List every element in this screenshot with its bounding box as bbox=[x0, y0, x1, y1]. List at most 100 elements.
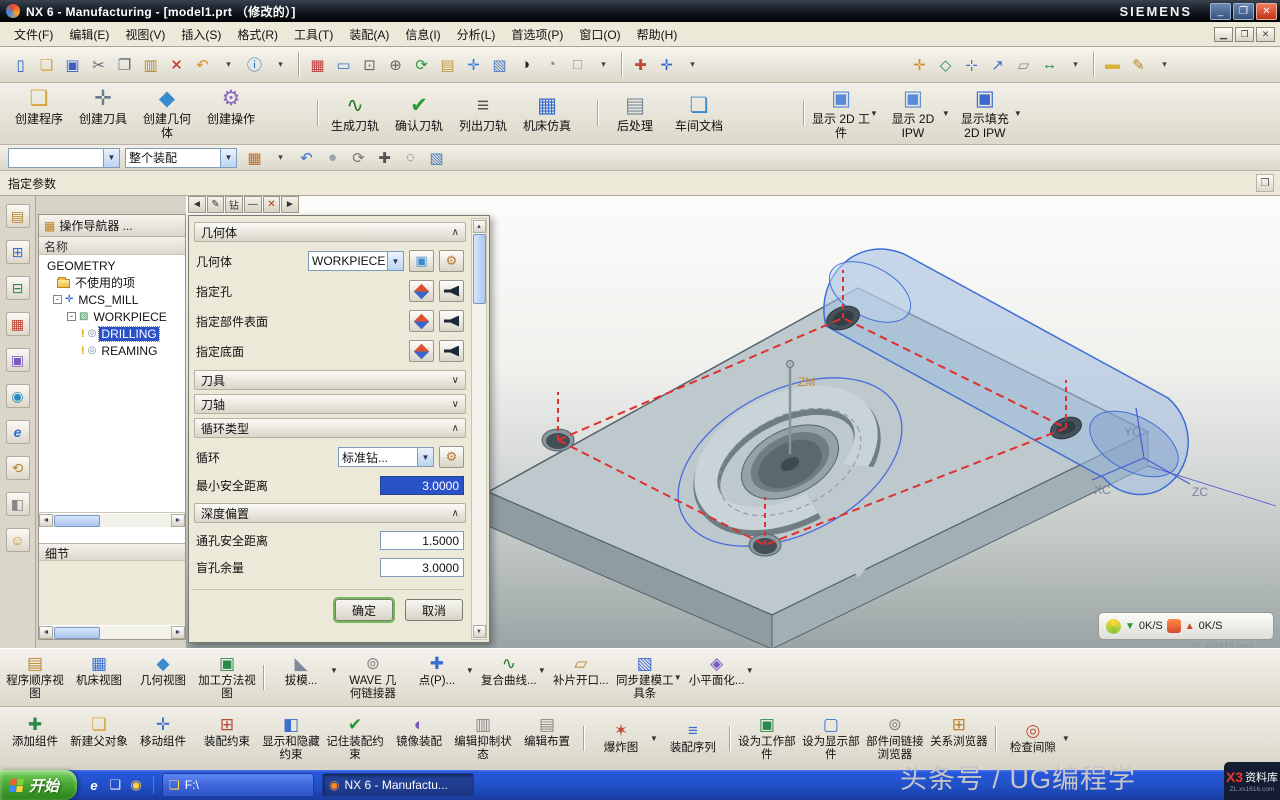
specify-part-surface-button[interactable] bbox=[409, 310, 434, 332]
ok-button[interactable]: 确定 bbox=[335, 599, 393, 621]
navigator-header[interactable]: ▦ 操作导航器 ... bbox=[39, 215, 185, 237]
shop-documentation-button[interactable]: ❏车间文档 bbox=[668, 92, 730, 135]
new-file-icon[interactable]: ▯ bbox=[8, 52, 33, 77]
vector-constructor-icon[interactable]: ↗ bbox=[985, 52, 1010, 77]
machining-wizard-icon[interactable]: ▣ bbox=[6, 348, 30, 372]
restore-panel-icon[interactable]: ❐ bbox=[1256, 174, 1274, 192]
dialog-prev-icon[interactable]: ◄ bbox=[188, 196, 206, 213]
tree-row-reaming[interactable]: ! ◎ REAMING bbox=[39, 342, 185, 359]
section-geometry[interactable]: 几何体 ∧ bbox=[194, 222, 466, 242]
tree-horizontal-scrollbar[interactable]: ◄ ► bbox=[39, 513, 185, 527]
point-constructor-icon[interactable]: ⊹ bbox=[959, 52, 984, 77]
relations-browser-button[interactable]: ⊞关系浏览器 bbox=[928, 714, 990, 750]
render-style-icon[interactable]: ◑ bbox=[513, 52, 538, 77]
machining-method-view-button[interactable]: ▣加工方法视图 bbox=[196, 653, 258, 702]
sheet-icon[interactable]: ▤ bbox=[435, 52, 460, 77]
menu-tools[interactable]: 工具(T) bbox=[286, 23, 341, 46]
edit-cycle-button[interactable]: ⚙ bbox=[439, 446, 464, 468]
new-geometry-button[interactable]: ▣ bbox=[409, 250, 434, 272]
section-tool[interactable]: 刀具 ∨ bbox=[194, 370, 466, 390]
view-dropdown-icon[interactable]: ▾ bbox=[591, 52, 616, 77]
draft-button[interactable]: ◣拔模... ▼ bbox=[270, 653, 340, 689]
show-hide-constraints-button[interactable]: ◧显示和隐藏约束 bbox=[260, 714, 322, 763]
fit-view-icon[interactable]: ⊡ bbox=[357, 52, 382, 77]
part-navigator-icon[interactable]: ⊟ bbox=[6, 276, 30, 300]
previous-selection-icon[interactable]: ↶ bbox=[294, 145, 319, 170]
dialog-close-icon[interactable]: ✕ bbox=[263, 196, 280, 213]
specify-holes-button[interactable] bbox=[409, 280, 434, 302]
menu-insert[interactable]: 插入(S) bbox=[173, 23, 229, 46]
constraint-navigator-icon[interactable]: ⊞ bbox=[6, 240, 30, 264]
scrollbar-thumb[interactable] bbox=[473, 234, 486, 304]
selection-palette-icon[interactable]: ▦ bbox=[242, 145, 267, 170]
interpart-link-browser-button[interactable]: ⊚部件间链接浏览器 bbox=[864, 714, 926, 763]
specify-bottom-button[interactable] bbox=[409, 340, 434, 362]
copy-icon[interactable]: ❐ bbox=[112, 52, 137, 77]
scrollbar-thumb[interactable] bbox=[54, 627, 100, 639]
chevron-down-icon[interactable]: ▼ bbox=[103, 149, 119, 167]
child-close-button[interactable]: ✕ bbox=[1256, 27, 1275, 42]
dialog-next-icon[interactable]: ► bbox=[281, 196, 299, 213]
menu-view[interactable]: 视图(V) bbox=[117, 23, 173, 46]
scroll-left-icon[interactable]: ◄ bbox=[39, 514, 53, 527]
geometry-view-button[interactable]: ◆几何视图 bbox=[132, 653, 194, 689]
scroll-up-icon[interactable]: ▲ bbox=[473, 220, 486, 233]
refresh-view-icon[interactable]: ⟳ bbox=[409, 52, 434, 77]
reuse-library-icon[interactable]: ◉ bbox=[6, 384, 30, 408]
create-operation-button[interactable]: ⚙创建操作 bbox=[200, 85, 262, 128]
tree-row-drilling[interactable]: ! ◎ DRILLING bbox=[39, 325, 185, 342]
wave-geometry-linker-button[interactable]: ⊚WAVE 几何链接器 bbox=[342, 653, 404, 702]
cut-icon[interactable]: ✂ bbox=[86, 52, 111, 77]
highlight-holes-button[interactable] bbox=[439, 280, 464, 302]
assembly-sequence-button[interactable]: ≡装配序列 bbox=[662, 720, 724, 756]
undo-icon[interactable]: ↶ bbox=[190, 52, 215, 77]
name-column-header[interactable]: 名称 bbox=[39, 237, 185, 255]
network-speed-widget[interactable]: ▼ 0K/S ▲ 0K/S bbox=[1098, 612, 1274, 640]
scroll-right-icon[interactable]: ► bbox=[171, 514, 185, 527]
assembly-constraints-button[interactable]: ⊞装配约束 bbox=[196, 714, 258, 750]
task-button-nx[interactable]: ◉ NX 6 - Manufactu... bbox=[322, 773, 474, 797]
create-tool-button[interactable]: ✛创建刀具 bbox=[72, 85, 134, 128]
section-cycle-type[interactable]: 循环类型 ∧ bbox=[194, 418, 466, 438]
details-horizontal-scrollbar[interactable]: ◄ ► bbox=[39, 625, 185, 639]
shaded-view-icon[interactable]: ▧ bbox=[487, 52, 512, 77]
info-dropdown-icon[interactable]: ▾ bbox=[268, 52, 293, 77]
child-restore-button[interactable]: ❐ bbox=[1235, 27, 1254, 42]
scroll-down-icon[interactable]: ▼ bbox=[473, 625, 486, 638]
save-icon[interactable]: ▣ bbox=[60, 52, 85, 77]
dynamic-csys-icon[interactable]: ✛ bbox=[654, 52, 679, 77]
expand-arrow-icon[interactable]: ∨ bbox=[452, 399, 459, 410]
selection-scope-combo[interactable]: 整个装配 ▼ bbox=[125, 148, 237, 168]
set-work-part-button[interactable]: ▣设为工作部件 bbox=[736, 714, 798, 763]
patch-opening-button[interactable]: ▱补片开口... bbox=[550, 653, 612, 689]
menu-information[interactable]: 信息(I) bbox=[397, 23, 448, 46]
menu-window[interactable]: 窗口(O) bbox=[571, 23, 628, 46]
menu-edit[interactable]: 编辑(E) bbox=[61, 23, 117, 46]
min-clearance-input[interactable]: 3.0000 bbox=[380, 476, 464, 495]
blind-stock-input[interactable]: 3.0000 bbox=[380, 558, 464, 577]
point-button[interactable]: ✚点(P)... ▼ bbox=[406, 653, 476, 689]
tree-row-mcs-mill[interactable]: - ✛ MCS_MILL bbox=[39, 291, 185, 308]
edit-suppression-button[interactable]: ▥编辑抑制状态 bbox=[452, 714, 514, 763]
minimize-button[interactable]: _ bbox=[1210, 3, 1231, 20]
program-order-view-button[interactable]: ▤程序顺序视图 bbox=[4, 653, 66, 702]
menu-assemblies[interactable]: 装配(A) bbox=[341, 23, 397, 46]
dialog-title-tab[interactable]: 钻 bbox=[225, 196, 243, 213]
operation-navigator-icon[interactable]: ▦ bbox=[6, 312, 30, 336]
expand-arrow-icon[interactable]: ∨ bbox=[452, 375, 459, 386]
highlight-part-surface-button[interactable] bbox=[439, 310, 464, 332]
restore-button[interactable]: ❐ bbox=[1233, 3, 1254, 20]
geometry-combo[interactable]: WORKPIECE ▼ bbox=[308, 251, 404, 271]
show-filled-2d-ipw-button[interactable]: ▣显示填充 2D IPW ▼ bbox=[954, 85, 1024, 142]
assembly-navigator-icon[interactable]: ▤ bbox=[6, 204, 30, 228]
cancel-button[interactable]: 取消 bbox=[405, 599, 463, 621]
face-analysis-icon[interactable]: ◔ bbox=[539, 52, 564, 77]
create-program-button[interactable]: ❏创建程序 bbox=[8, 85, 70, 128]
open-file-icon[interactable]: ❏ bbox=[34, 52, 59, 77]
list-toolpath-button[interactable]: ≡列出刀轨 bbox=[452, 92, 514, 135]
start-button[interactable]: 开始 bbox=[0, 770, 77, 800]
dialog-tool-icon[interactable]: ✎ bbox=[207, 196, 224, 213]
rotate-orbit-icon[interactable]: ⟳ bbox=[346, 145, 371, 170]
machine-tool-view-button[interactable]: ▦机床视图 bbox=[68, 653, 130, 689]
tree-row-unused-items[interactable]: 不使用的项 bbox=[39, 274, 185, 291]
